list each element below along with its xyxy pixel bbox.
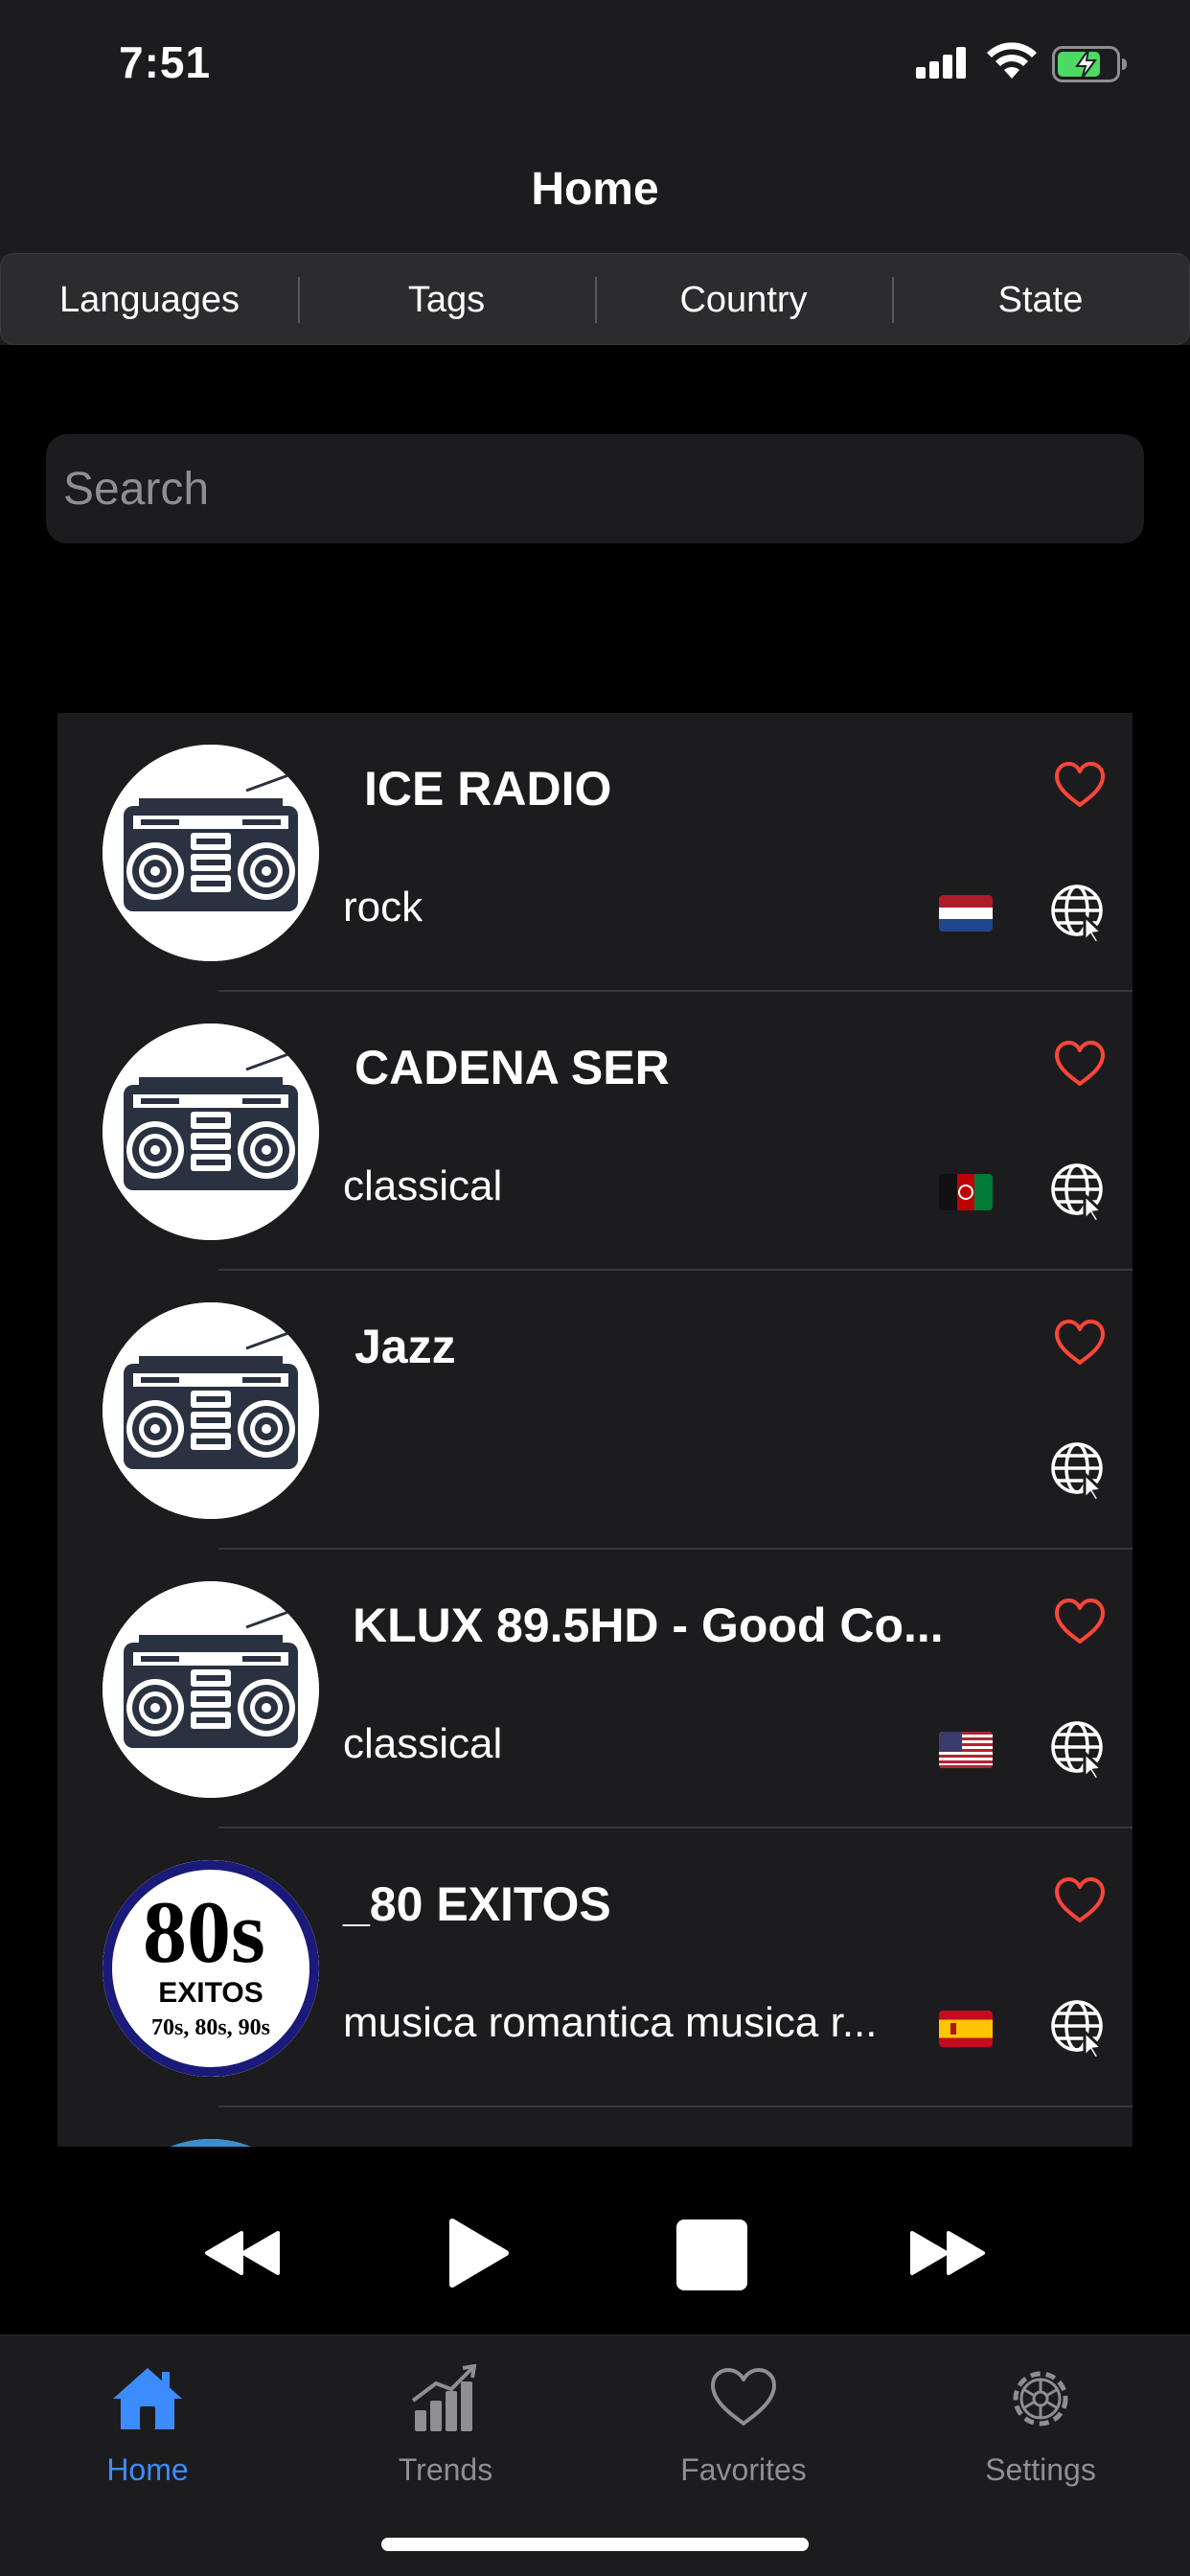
station-row[interactable]: ICE RADIO rock xyxy=(57,713,1133,992)
heart-icon xyxy=(711,2368,776,2426)
station-row[interactable] xyxy=(57,2107,1133,2147)
tab-label: Favorites xyxy=(680,2452,807,2487)
website-globe-icon[interactable] xyxy=(1050,884,1110,943)
favorite-heart-icon[interactable] xyxy=(1054,1876,1106,1924)
search-bar xyxy=(46,434,1144,543)
website-globe-icon[interactable] xyxy=(1050,1720,1110,1780)
station-name: Jazz xyxy=(355,1320,456,1373)
status-time: 7:51 xyxy=(119,37,212,87)
station-tag: musica romantica musica r... xyxy=(343,1999,878,2046)
tab-label: Home xyxy=(106,2452,189,2487)
segment-tags[interactable]: Tags xyxy=(298,254,595,344)
gear-icon xyxy=(1013,2371,1068,2426)
boombox-logo-icon xyxy=(103,1581,319,1798)
website-globe-icon[interactable] xyxy=(1050,1441,1110,1501)
netherlands-flag-icon xyxy=(939,895,993,932)
80s-exitos-logo: 80s EXITOS 70s, 80s, 90s xyxy=(103,1860,319,2077)
station-tag: rock xyxy=(343,884,423,931)
station-list[interactable]: ICE RADIO rock CADENA SER classical Jazz… xyxy=(57,713,1133,2147)
wifi-icon xyxy=(987,42,1037,79)
afghanistan-flag-icon xyxy=(939,1174,993,1210)
favorite-heart-icon[interactable] xyxy=(1054,761,1106,809)
usa-flag-icon xyxy=(939,1732,993,1768)
station-row[interactable]: CADENA SER classical xyxy=(57,992,1133,1271)
favorite-heart-icon[interactable] xyxy=(1054,1319,1106,1367)
logo-80s-text: 80s xyxy=(143,1883,265,1981)
favorite-heart-icon[interactable] xyxy=(1054,1598,1106,1645)
station-row[interactable]: KLUX 89.5HD - Good Co... classical xyxy=(57,1550,1133,1828)
station-name: KLUX 89.5HD - Good Co... xyxy=(353,1598,944,1652)
battery-charging-icon xyxy=(1052,46,1127,82)
home-indicator[interactable] xyxy=(381,2538,809,2551)
station-row[interactable]: 80s EXITOS 70s, 80s, 90s _80 EXITOS musi… xyxy=(57,1828,1133,2107)
tab-label: Settings xyxy=(985,2452,1096,2487)
search-input[interactable] xyxy=(46,434,1144,543)
spain-flag-icon xyxy=(939,2011,993,2047)
segment-state[interactable]: State xyxy=(892,254,1189,344)
station-name: _80 EXITOS xyxy=(343,1877,611,1931)
favorite-heart-icon[interactable] xyxy=(1054,1040,1106,1088)
house-icon xyxy=(113,2368,182,2429)
station-name: ICE RADIO xyxy=(364,762,612,816)
tab-label: Trends xyxy=(398,2452,493,2487)
fast-forward-icon[interactable] xyxy=(908,2229,985,2277)
logo-exitos-text: EXITOS xyxy=(158,1977,263,2009)
segment-country[interactable]: Country xyxy=(595,254,892,344)
filter-segmented-control: Languages Tags Country State xyxy=(0,253,1190,345)
rewind-icon[interactable] xyxy=(205,2229,282,2277)
stop-icon[interactable] xyxy=(675,2218,749,2292)
station-logo xyxy=(103,2139,319,2147)
segment-languages[interactable]: Languages xyxy=(1,254,298,344)
station-name: CADENA SER xyxy=(355,1041,670,1094)
station-tag: classical xyxy=(343,1162,503,1209)
cellular-signal-icon xyxy=(916,46,970,79)
website-globe-icon[interactable] xyxy=(1050,1999,1110,2058)
page-title: Home xyxy=(531,164,659,215)
website-globe-icon[interactable] xyxy=(1050,1162,1110,1222)
logo-decades-text: 70s, 80s, 90s xyxy=(151,2015,270,2040)
boombox-logo-icon xyxy=(103,1302,319,1519)
station-tag: classical xyxy=(343,1720,503,1767)
station-row[interactable]: Jazz xyxy=(57,1271,1133,1550)
play-icon[interactable] xyxy=(446,2218,510,2288)
boombox-logo-icon xyxy=(103,745,319,961)
boombox-logo-icon xyxy=(103,1024,319,1240)
chart-icon xyxy=(411,2364,477,2431)
